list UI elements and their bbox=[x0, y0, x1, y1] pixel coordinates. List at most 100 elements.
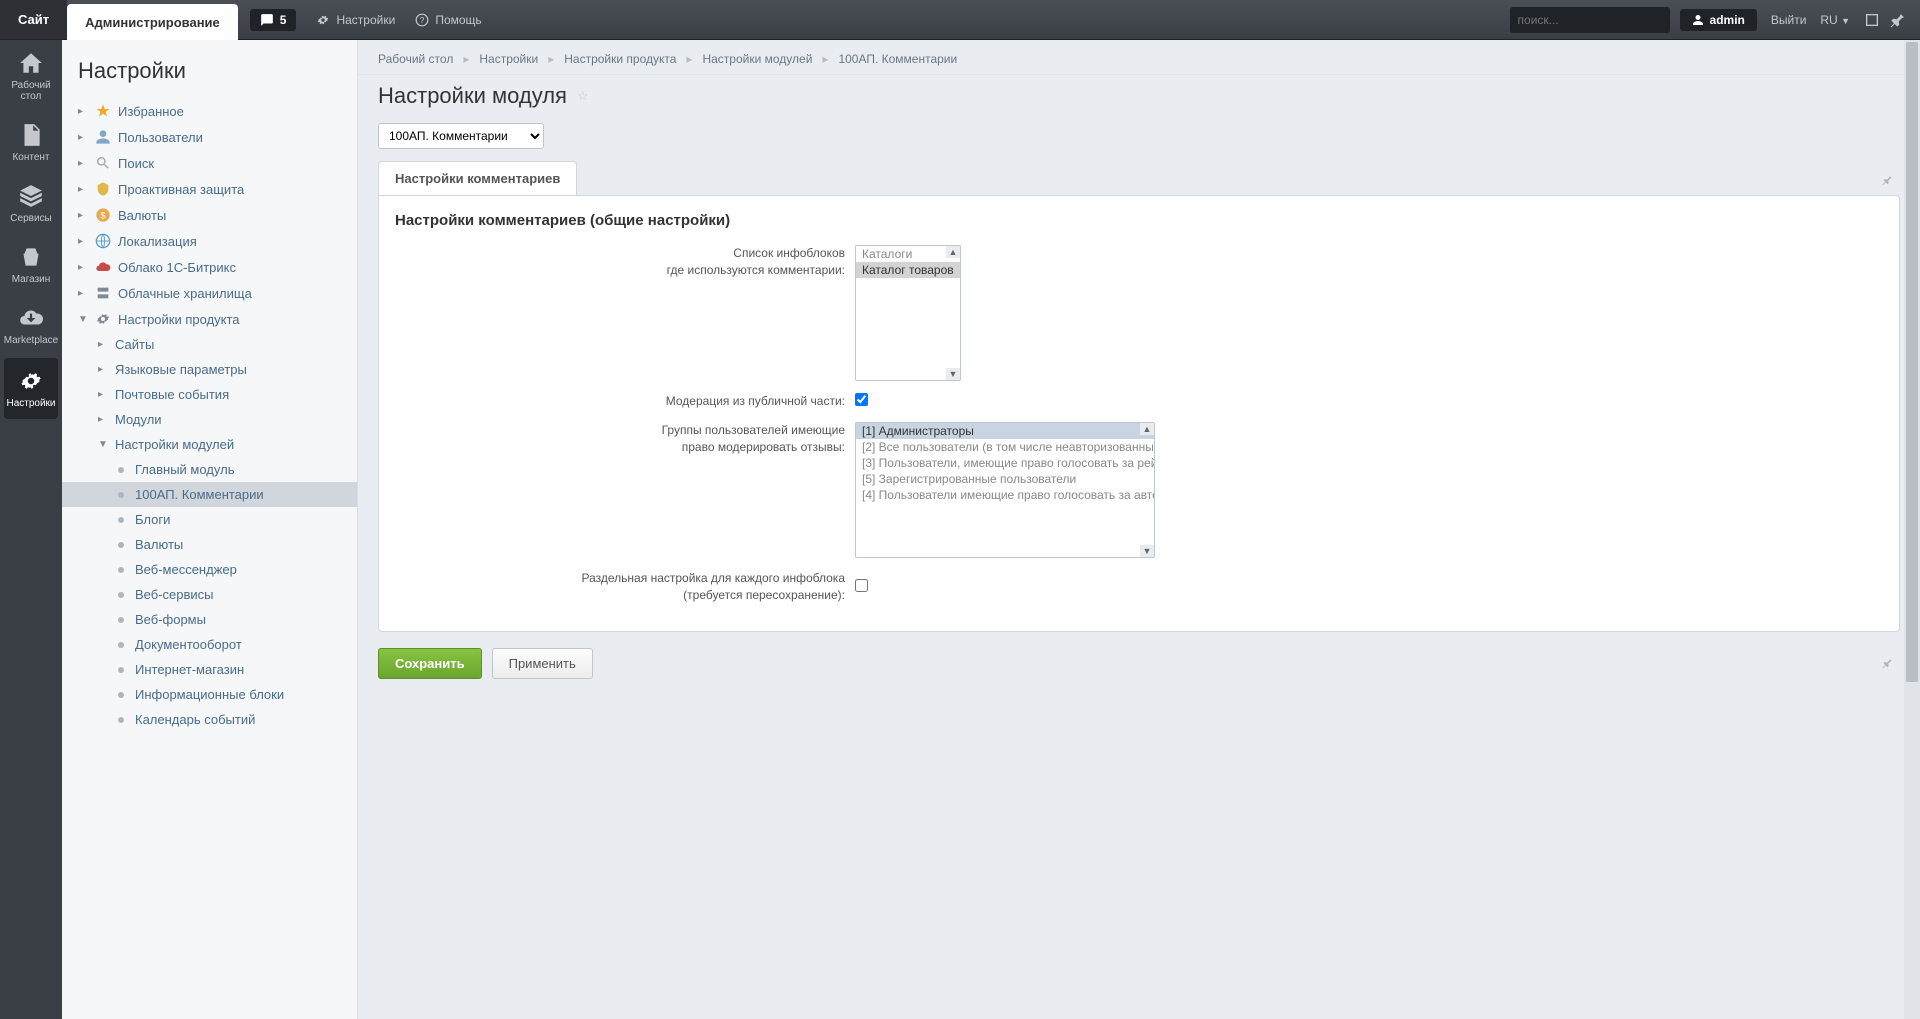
sidebar-module-5[interactable]: Веб-сервисы bbox=[62, 582, 357, 607]
bullet-icon bbox=[118, 492, 124, 498]
pin-icon[interactable] bbox=[1890, 12, 1906, 28]
chevron-icon: ▸ bbox=[98, 389, 108, 400]
sidebar-module-8[interactable]: Интернет-магазин bbox=[62, 657, 357, 682]
pin-icon[interactable] bbox=[1874, 649, 1900, 678]
search-input[interactable] bbox=[1518, 13, 1673, 27]
notifications-badge[interactable]: 5 bbox=[250, 9, 297, 31]
group-option[interactable]: [5] Зарегистрированные пользователи bbox=[856, 471, 1154, 487]
bullet-icon bbox=[118, 692, 124, 698]
chat-icon bbox=[260, 13, 274, 27]
rail-marketplace[interactable]: Marketplace bbox=[0, 295, 62, 356]
sidebar-subitem-4[interactable]: ▼Настройки модулей bbox=[62, 432, 357, 457]
rail-settings[interactable]: Настройки bbox=[4, 358, 58, 419]
sidebar-item-5[interactable]: ▸Локализация bbox=[62, 228, 357, 254]
user-icon bbox=[1692, 14, 1704, 26]
chevron-icon: ▸ bbox=[98, 414, 108, 425]
sidebar-item-4[interactable]: ▸$Валюты bbox=[62, 202, 357, 228]
breadcrumb-link[interactable]: Рабочий стол bbox=[378, 52, 453, 66]
breadcrumb-link[interactable]: Настройки модулей bbox=[702, 52, 812, 66]
sidebar-module-3[interactable]: Валюты bbox=[62, 532, 357, 557]
scroll-up-icon[interactable]: ▲ bbox=[1140, 423, 1154, 435]
currency-icon: $ bbox=[95, 207, 111, 223]
group-option[interactable]: [1] Администраторы bbox=[856, 423, 1154, 439]
logout-link[interactable]: Выйти bbox=[1771, 13, 1807, 27]
sidebar-module-7[interactable]: Документооборот bbox=[62, 632, 357, 657]
separate-checkbox[interactable] bbox=[855, 579, 868, 592]
scrollbar[interactable] bbox=[1904, 40, 1920, 1019]
iblock-option[interactable]: Каталог товаров bbox=[856, 262, 960, 278]
bullet-icon bbox=[118, 667, 124, 673]
sidebar-item-0[interactable]: ▸Избранное bbox=[62, 98, 357, 124]
sidebar-item-1[interactable]: ▸Пользователи bbox=[62, 124, 357, 150]
star-icon bbox=[95, 103, 111, 119]
sidebar-module-10[interactable]: Календарь событий bbox=[62, 707, 357, 732]
module-select[interactable]: 100АП. Комментарии bbox=[378, 123, 544, 149]
tab-comment-settings[interactable]: Настройки комментариев bbox=[378, 161, 577, 195]
iblock-option[interactable]: Каталоги bbox=[856, 246, 960, 262]
topbar-search[interactable] bbox=[1510, 7, 1670, 33]
group-option[interactable]: [4] Пользователи имеющие право голосоват… bbox=[856, 487, 1154, 503]
rail-content[interactable]: Контент bbox=[0, 112, 62, 173]
scroll-down-icon[interactable]: ▼ bbox=[1140, 545, 1154, 557]
sidebar-subitem-1[interactable]: ▸Языковые параметры bbox=[62, 357, 357, 382]
scroll-up-icon[interactable]: ▲ bbox=[946, 246, 960, 258]
pin-icon[interactable] bbox=[1874, 166, 1900, 195]
scroll-down-icon[interactable]: ▼ bbox=[946, 368, 960, 380]
rail-services[interactable]: Сервисы bbox=[0, 173, 62, 234]
bullet-icon bbox=[118, 592, 124, 598]
sidebar-item-7[interactable]: ▸Облачные хранилища bbox=[62, 280, 357, 306]
rail-shop[interactable]: Магазин bbox=[0, 234, 62, 295]
rail-desktop[interactable]: Рабочий стол bbox=[0, 40, 62, 112]
sidebar-module-9[interactable]: Информационные блоки bbox=[62, 682, 357, 707]
home-icon bbox=[18, 50, 44, 76]
apply-button[interactable]: Применить bbox=[492, 648, 593, 679]
groups-multiselect[interactable]: ▲ [1] Администраторы[2] Все пользователи… bbox=[855, 422, 1155, 558]
lang-selector[interactable]: RU ▼ bbox=[1820, 13, 1850, 27]
sidebar-item-3[interactable]: ▸Проактивная защита bbox=[62, 176, 357, 202]
globe-icon bbox=[95, 233, 111, 249]
sidebar-item-6[interactable]: ▸Облако 1С-Битрикс bbox=[62, 254, 357, 280]
sidebar-module-1[interactable]: 100АП. Комментарии bbox=[62, 482, 357, 507]
sidebar-subitem-3[interactable]: ▸Модули bbox=[62, 407, 357, 432]
basket-icon bbox=[18, 244, 44, 270]
svg-text:?: ? bbox=[420, 15, 425, 24]
breadcrumb-link[interactable]: 100АП. Комментарии bbox=[838, 52, 957, 66]
favorite-star-icon[interactable]: ☆ bbox=[577, 88, 589, 104]
bullet-icon bbox=[118, 642, 124, 648]
chevron-icon: ▸ bbox=[78, 236, 88, 247]
section-title: Настройки комментариев (общие настройки) bbox=[395, 212, 1883, 229]
chevron-icon: ▸ bbox=[98, 364, 108, 375]
iblocks-multiselect[interactable]: ▲ КаталогиКаталог товаров ▼ bbox=[855, 245, 961, 381]
topbar-settings-link[interactable]: Настройки bbox=[310, 9, 401, 31]
svg-text:$: $ bbox=[100, 210, 106, 220]
bullet-icon bbox=[118, 517, 124, 523]
user-button[interactable]: admin bbox=[1680, 9, 1757, 31]
breadcrumb: Рабочий стол▸Настройки▸Настройки продукт… bbox=[358, 40, 1920, 75]
save-button[interactable]: Сохранить bbox=[378, 648, 482, 679]
cloud-icon bbox=[95, 259, 111, 275]
sidebar-subitem-2[interactable]: ▸Почтовые события bbox=[62, 382, 357, 407]
admin-tab[interactable]: Администрирование bbox=[67, 4, 238, 40]
group-option[interactable]: [2] Все пользователи (в том числе неавто… bbox=[856, 439, 1154, 455]
sidebar-module-4[interactable]: Веб-мессенджер bbox=[62, 557, 357, 582]
layers-icon bbox=[18, 183, 44, 209]
maximize-icon[interactable] bbox=[1864, 12, 1880, 28]
topbar-help-link[interactable]: ? Помощь bbox=[409, 9, 487, 31]
sidebar-module-2[interactable]: Блоги bbox=[62, 507, 357, 532]
breadcrumb-link[interactable]: Настройки bbox=[479, 52, 538, 66]
group-option[interactable]: [3] Пользователи, имеющие право голосова… bbox=[856, 455, 1154, 471]
breadcrumb-link[interactable]: Настройки продукта bbox=[564, 52, 676, 66]
sidebar-module-6[interactable]: Веб-формы bbox=[62, 607, 357, 632]
site-tab[interactable]: Сайт bbox=[0, 0, 67, 39]
label-separate: Раздельная настройка для каждого инфобло… bbox=[395, 570, 855, 604]
moderation-checkbox[interactable] bbox=[855, 393, 868, 406]
settings-panel: Настройки комментариев (общие настройки)… bbox=[378, 195, 1900, 632]
document-icon bbox=[18, 122, 44, 148]
label-groups: Группы пользователей имеющие право модер… bbox=[395, 422, 855, 456]
storage-icon bbox=[95, 285, 111, 301]
sidebar-item-8[interactable]: ▼Настройки продукта bbox=[62, 306, 357, 332]
sidebar-subitem-0[interactable]: ▸Сайты bbox=[62, 332, 357, 357]
sidebar-module-0[interactable]: Главный модуль bbox=[62, 457, 357, 482]
sidebar-item-2[interactable]: ▸Поиск bbox=[62, 150, 357, 176]
sidebar: Настройки ▸Избранное▸Пользователи▸Поиск▸… bbox=[62, 40, 358, 1019]
